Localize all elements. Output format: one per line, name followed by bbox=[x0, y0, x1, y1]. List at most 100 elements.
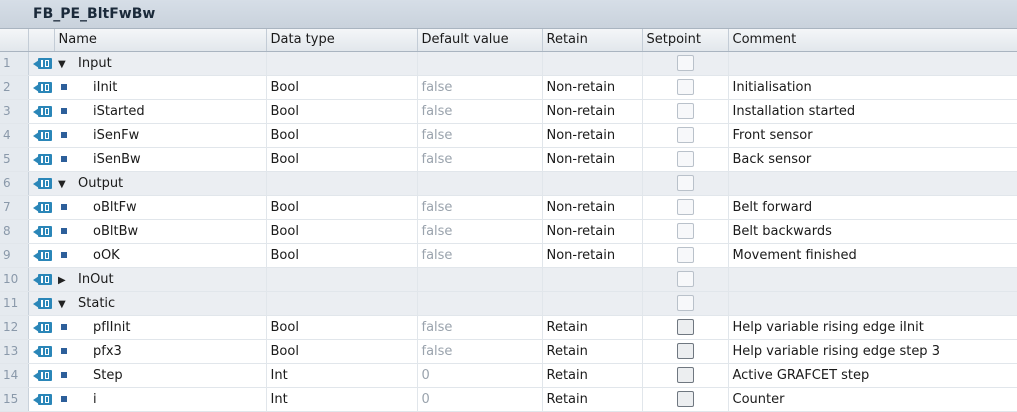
setpoint-checkbox[interactable] bbox=[676, 175, 694, 191]
name-cell[interactable]: iSenFw bbox=[54, 123, 267, 148]
comment-cell[interactable]: Belt forward bbox=[728, 195, 1017, 220]
default-value-cell[interactable] bbox=[417, 171, 543, 196]
comment-cell[interactable]: Belt backwards bbox=[728, 219, 1017, 244]
table-row[interactable]: 7 oBltFw Bool false Non-retain Belt forward bbox=[0, 195, 1017, 220]
column-header-comment[interactable]: Comment bbox=[728, 29, 1017, 52]
default-value-cell[interactable] bbox=[417, 51, 543, 76]
section-row[interactable]: 6 ▼ Output bbox=[0, 171, 1017, 196]
column-header-data-type[interactable]: Data type bbox=[266, 29, 418, 52]
retain-cell[interactable] bbox=[542, 171, 643, 196]
data-type-cell[interactable]: Bool bbox=[266, 219, 418, 244]
name-cell[interactable]: oOK bbox=[54, 243, 267, 268]
expand-toggle-icon[interactable]: ▼ bbox=[58, 179, 70, 190]
name-cell[interactable]: oBltBw bbox=[54, 219, 267, 244]
setpoint-checkbox[interactable] bbox=[676, 151, 694, 167]
table-row[interactable]: 14 Step Int 0 Retain Active GRAFCET step bbox=[0, 363, 1017, 388]
data-type-cell[interactable]: Bool bbox=[266, 339, 418, 364]
section-row[interactable]: 10 ▶ InOut bbox=[0, 267, 1017, 292]
setpoint-checkbox[interactable] bbox=[676, 55, 694, 71]
comment-cell[interactable]: Initialisation bbox=[728, 75, 1017, 100]
comment-cell[interactable] bbox=[728, 291, 1017, 316]
default-value-cell[interactable]: false bbox=[417, 123, 543, 148]
table-row[interactable]: 12 pfIInit Bool false Retain Help variable ri… bbox=[0, 315, 1017, 340]
name-cell[interactable]: iStarted bbox=[54, 99, 267, 124]
default-value-cell[interactable]: 0 bbox=[417, 363, 543, 388]
comment-cell[interactable] bbox=[728, 171, 1017, 196]
retain-cell[interactable]: Retain bbox=[542, 315, 643, 340]
setpoint-checkbox[interactable] bbox=[676, 391, 694, 407]
name-cell[interactable]: iInit bbox=[54, 75, 267, 100]
data-type-cell[interactable] bbox=[266, 51, 418, 76]
table-row[interactable]: 2 iInit Bool false Non-retain Initialisation bbox=[0, 75, 1017, 100]
column-header-setpoint[interactable]: Setpoint bbox=[642, 29, 729, 52]
expand-toggle-icon[interactable]: ▼ bbox=[58, 299, 70, 310]
comment-cell[interactable]: Help variable rising edge iInit bbox=[728, 315, 1017, 340]
default-value-cell[interactable]: false bbox=[417, 75, 543, 100]
setpoint-checkbox[interactable] bbox=[676, 79, 694, 95]
table-row[interactable]: 8 oBltBw Bool false Non-retain Belt backwards bbox=[0, 219, 1017, 244]
data-type-cell[interactable]: Bool bbox=[266, 99, 418, 124]
expand-toggle-icon[interactable]: ▼ bbox=[58, 59, 70, 70]
section-row[interactable]: 1 ▼ Input bbox=[0, 51, 1017, 76]
retain-cell[interactable]: Retain bbox=[542, 339, 643, 364]
column-header-name[interactable]: Name bbox=[54, 29, 267, 52]
retain-cell[interactable]: Retain bbox=[542, 387, 643, 412]
comment-cell[interactable]: Help variable rising edge step 3 bbox=[728, 339, 1017, 364]
data-type-cell[interactable]: Bool bbox=[266, 123, 418, 148]
retain-cell[interactable]: Retain bbox=[542, 363, 643, 388]
table-row[interactable]: 13 pfx3 Bool false Retain Help variable risin… bbox=[0, 339, 1017, 364]
setpoint-checkbox[interactable] bbox=[676, 319, 694, 335]
table-row[interactable]: 3 iStarted Bool false Non-retain Installation… bbox=[0, 99, 1017, 124]
comment-cell[interactable]: Front sensor bbox=[728, 123, 1017, 148]
name-cell[interactable]: Step bbox=[54, 363, 267, 388]
setpoint-checkbox[interactable] bbox=[676, 343, 694, 359]
default-value-cell[interactable]: false bbox=[417, 243, 543, 268]
retain-cell[interactable]: Non-retain bbox=[542, 123, 643, 148]
name-cell[interactable]: i bbox=[54, 387, 267, 412]
comment-cell[interactable]: Movement finished bbox=[728, 243, 1017, 268]
comment-cell[interactable] bbox=[728, 267, 1017, 292]
data-type-cell[interactable]: Bool bbox=[266, 195, 418, 220]
comment-cell[interactable]: Back sensor bbox=[728, 147, 1017, 172]
comment-cell[interactable]: Counter bbox=[728, 387, 1017, 412]
data-type-cell[interactable] bbox=[266, 267, 418, 292]
default-value-cell[interactable]: 0 bbox=[417, 387, 543, 412]
setpoint-checkbox[interactable] bbox=[676, 271, 694, 287]
name-cell[interactable]: ▼ Output bbox=[54, 171, 267, 196]
retain-cell[interactable] bbox=[542, 267, 643, 292]
retain-cell[interactable] bbox=[542, 291, 643, 316]
default-value-cell[interactable]: false bbox=[417, 219, 543, 244]
setpoint-checkbox[interactable] bbox=[676, 127, 694, 143]
setpoint-checkbox[interactable] bbox=[676, 247, 694, 263]
data-type-cell[interactable] bbox=[266, 291, 418, 316]
name-cell[interactable]: ▼ Static bbox=[54, 291, 267, 316]
setpoint-checkbox[interactable] bbox=[676, 223, 694, 239]
data-type-cell[interactable]: Int bbox=[266, 363, 418, 388]
default-value-cell[interactable] bbox=[417, 291, 543, 316]
comment-cell[interactable] bbox=[728, 51, 1017, 76]
name-cell[interactable]: pfx3 bbox=[54, 339, 267, 364]
default-value-cell[interactable]: false bbox=[417, 339, 543, 364]
retain-cell[interactable]: Non-retain bbox=[542, 75, 643, 100]
expand-toggle-icon[interactable]: ▶ bbox=[58, 275, 70, 286]
retain-cell[interactable]: Non-retain bbox=[542, 147, 643, 172]
name-cell[interactable]: oBltFw bbox=[54, 195, 267, 220]
data-type-cell[interactable]: Bool bbox=[266, 243, 418, 268]
data-type-cell[interactable]: Bool bbox=[266, 315, 418, 340]
setpoint-checkbox[interactable] bbox=[676, 103, 694, 119]
name-cell[interactable]: iSenBw bbox=[54, 147, 267, 172]
setpoint-checkbox[interactable] bbox=[676, 295, 694, 311]
default-value-cell[interactable]: false bbox=[417, 99, 543, 124]
retain-cell[interactable]: Non-retain bbox=[542, 243, 643, 268]
default-value-cell[interactable]: false bbox=[417, 315, 543, 340]
retain-cell[interactable]: Non-retain bbox=[542, 219, 643, 244]
setpoint-checkbox[interactable] bbox=[676, 367, 694, 383]
data-type-cell[interactable] bbox=[266, 171, 418, 196]
data-type-cell[interactable]: Int bbox=[266, 387, 418, 412]
default-value-cell[interactable]: false bbox=[417, 195, 543, 220]
setpoint-checkbox[interactable] bbox=[676, 199, 694, 215]
retain-cell[interactable] bbox=[542, 51, 643, 76]
name-cell[interactable]: ▶ InOut bbox=[54, 267, 267, 292]
data-type-cell[interactable]: Bool bbox=[266, 75, 418, 100]
name-cell[interactable]: pfIInit bbox=[54, 315, 267, 340]
